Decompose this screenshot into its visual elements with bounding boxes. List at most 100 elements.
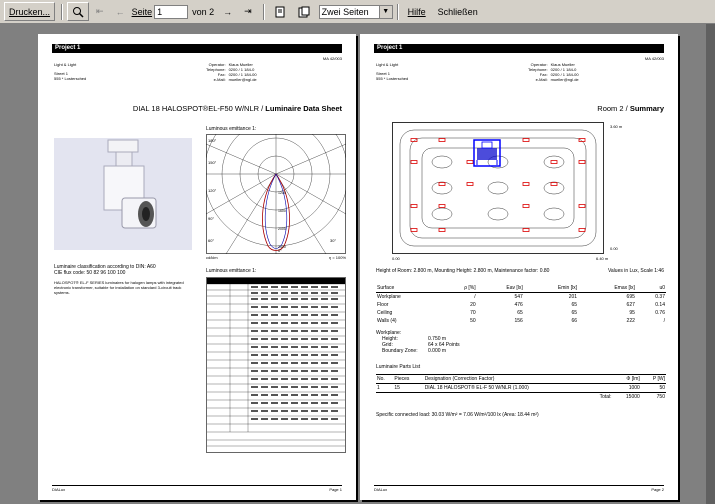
polar-angle-label: 150°: [208, 160, 217, 165]
page-label: Seite: [131, 6, 153, 17]
total-power: 750: [656, 394, 665, 400]
sheet-type: Luminaire Data Sheet: [265, 104, 342, 113]
chevron-down-icon: ▼: [378, 5, 392, 18]
contact-values: Klaus Mueller 0200 / 1 184-0 0200 / 1 18…: [229, 62, 257, 82]
workplane-block: Workplane: Height: 0.750 m Grid: 64 x 64 P…: [376, 330, 460, 354]
company-block: Light & Light Street 1 555 * Lostersched: [54, 62, 86, 81]
last-page-button[interactable]: ⇥: [239, 2, 257, 21]
page-footer: DIALux Page 1: [52, 485, 342, 492]
table-cell: 65: [571, 310, 578, 316]
surface-table: Surface ρ [%] Eav [lx] Emin [lx] Emax [l…: [376, 284, 666, 325]
luminaire-name: DIAL 18 HALOSPOT®EL-F50 W/NLR /: [132, 104, 266, 113]
company-name: Light & Light: [376, 62, 399, 67]
table-cell: DIAL 18 HALOSPOT® EL-F 50 W/NLR (1.000): [424, 385, 529, 391]
total-flux: 15000: [625, 394, 640, 400]
document-id: MA 42/003: [322, 56, 342, 61]
table-cell: Ceiling: [377, 310, 393, 316]
view-mode-select[interactable]: Zwei Seiten ▼: [318, 4, 393, 19]
company-block: Light & Light Street 1 555 * Lostersched: [376, 62, 408, 81]
print-label: Drucken...: [9, 6, 51, 17]
footer-software: DIALux: [374, 487, 388, 492]
project-header-bar: Project 1: [374, 44, 664, 53]
document-id: MA 42/003: [644, 56, 664, 61]
surface-table-header: Surface ρ [%] Eav [lx] Emin [lx] Emax [l…: [376, 284, 666, 293]
table-cell: 15: [394, 385, 400, 391]
footer-page-number: Page 1: [329, 487, 342, 492]
luminaire-photo: [54, 138, 192, 250]
table-cell: 1000: [628, 385, 640, 391]
page-setup-button[interactable]: [269, 2, 291, 21]
page-layout-icon: [298, 6, 310, 17]
table-cell: 476: [514, 302, 523, 308]
contact-label: e-Mail:: [213, 77, 226, 82]
zoom-button[interactable]: [67, 2, 90, 21]
parts-list-title: Luminaire Parts List: [376, 364, 421, 370]
total-label: Total:: [599, 394, 612, 400]
polar-value-label: 1200: [278, 191, 286, 195]
polar-angle-label: 30°: [330, 238, 336, 243]
column-header: Surface: [377, 285, 395, 291]
polar-efficiency: η = 100%: [328, 255, 346, 260]
table-cell: 695: [626, 294, 635, 300]
polar-diagram-title: Luminous emittance 1:: [206, 126, 257, 132]
plan-y-top: 3.60 m: [610, 124, 623, 129]
footer-page-number: Page 2: [651, 487, 664, 492]
sheet-type: Summary: [629, 104, 664, 113]
cie-flux-code: CIE flux code: 50 82 96 100 100: [54, 270, 126, 276]
isolux-plan: [392, 122, 604, 254]
polar-value-label: 1600: [278, 209, 286, 213]
table-cell: 70: [470, 310, 476, 316]
scrollbar[interactable]: [706, 24, 715, 504]
print-button[interactable]: Drucken...: [4, 2, 56, 21]
table-cell: 1: [377, 385, 380, 391]
room-info: Height of Room: 2.800 m, Mounting Height…: [376, 268, 550, 274]
plan-y-bottom: 0.00: [610, 246, 618, 251]
prev-page-button[interactable]: ←: [111, 2, 130, 21]
company-city: 555 * Lostersched: [54, 76, 87, 81]
close-button[interactable]: Schließen: [433, 2, 483, 21]
column-header: Designation (Correction Factor): [424, 376, 495, 382]
table-cell: 627: [626, 302, 635, 308]
last-page-icon: ⇥: [244, 6, 252, 16]
specific-load: Specific connected load: 30.03 W/m² = 7.…: [376, 412, 539, 418]
project-title: Project 1: [377, 45, 403, 51]
column-header: Eav [lx]: [506, 285, 523, 291]
polar-angle-label: 60°: [208, 238, 214, 243]
table-cell: 547: [514, 294, 523, 300]
polar-angle-label: 180°: [208, 138, 217, 143]
first-page-button[interactable]: ⇤: [91, 2, 109, 21]
table-cell: 50: [470, 318, 476, 324]
preview-page-2: Project 1 MA 42/003 Light & Light Street…: [360, 34, 678, 500]
page-layout-button[interactable]: [293, 2, 315, 21]
polar-unit: cd/klm: [206, 255, 218, 260]
scale-info: Values in Lux, Scale 1:46: [607, 268, 664, 274]
table-row: Workplane / 547 201 695 0.37: [376, 293, 666, 302]
table-cell: 65: [571, 302, 578, 308]
table-cell: Walls (4): [377, 318, 397, 324]
page-setup-icon: [275, 6, 285, 17]
help-button[interactable]: Hilfe: [403, 2, 431, 21]
view-mode-value: Zwei Seiten: [321, 6, 369, 17]
boundary-zone-value: 0.000 m: [428, 348, 447, 354]
parts-total-row: Total: 15000 750: [376, 393, 666, 402]
page-number-input[interactable]: [154, 4, 189, 19]
page-title: DIAL 18 HALOSPOT®EL-F50 W/NLR / Luminair…: [133, 104, 342, 113]
luminance-table: [206, 277, 346, 453]
table-row: Walls (4) 50 156 66 222 /: [376, 317, 666, 325]
table-row: 1 15 DIAL 18 HALOSPOT® EL-F 50 W/NLR (1.…: [376, 384, 666, 393]
table-cell: 66: [571, 318, 578, 324]
column-header: No.: [377, 376, 385, 382]
contact-block: Operator: Telephone: Fax: e-Mail: Klaus …: [528, 62, 579, 82]
column-header: ρ [%]: [464, 285, 476, 291]
help-label: Hilfe: [407, 6, 426, 17]
toolbar-separator: [61, 3, 64, 20]
boundary-zone-label: Boundary Zone:: [382, 348, 418, 354]
company-name: Light & Light: [54, 62, 77, 67]
page-title: Room 2 / Summary: [597, 104, 664, 113]
table-cell: Floor: [377, 302, 389, 308]
table-cell: Workplane: [377, 294, 401, 300]
contact-value: mueller@ngl.de: [228, 77, 257, 82]
footer-software: DIALux: [52, 487, 66, 492]
toolbar-separator: [262, 3, 265, 20]
next-page-button[interactable]: →: [218, 2, 237, 21]
